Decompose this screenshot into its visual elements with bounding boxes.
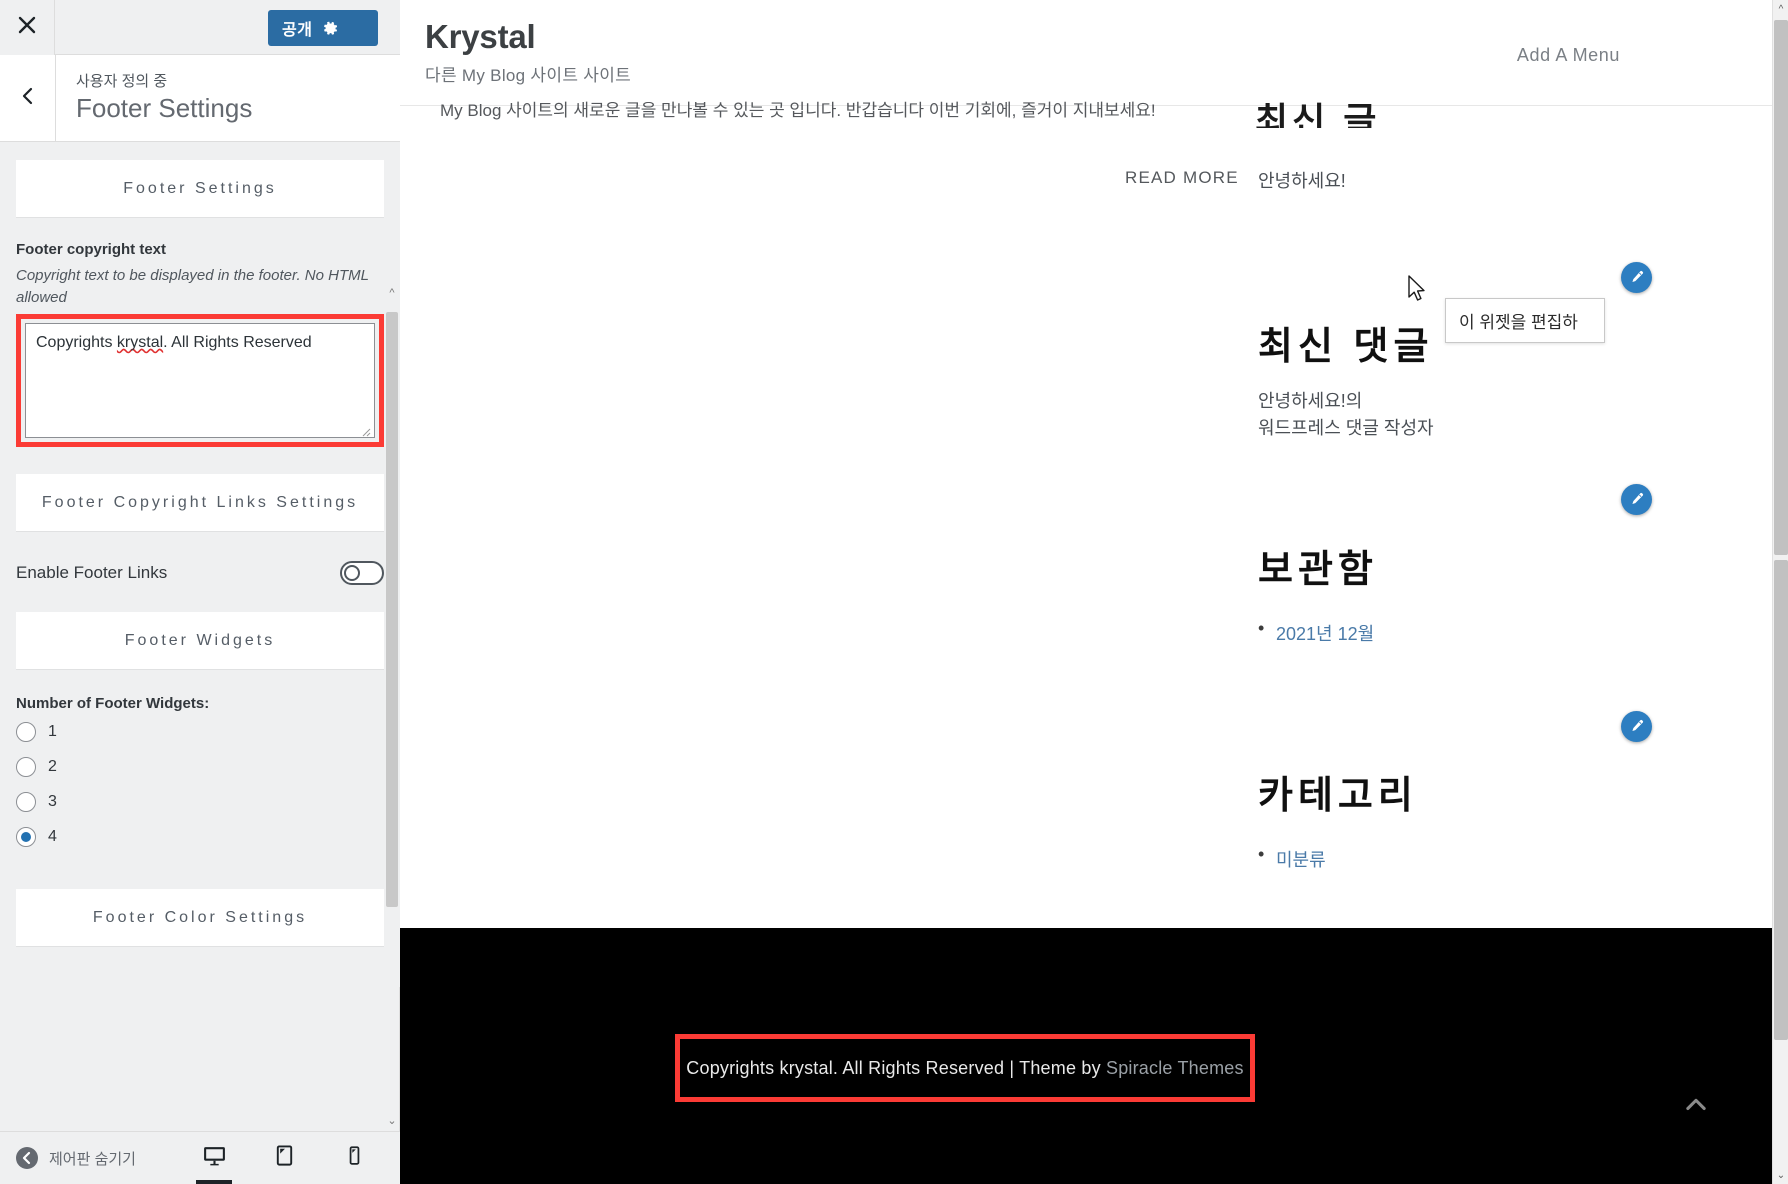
copyright-textarea-highlight: Copyrights krystal. All Rights Reserved	[16, 313, 384, 447]
radio-label: 2	[48, 758, 57, 776]
edit-pencil-icon[interactable]	[1621, 262, 1652, 293]
read-more-link[interactable]: READ MORE	[1125, 168, 1239, 188]
radio-button[interactable]	[16, 722, 36, 743]
radio-button[interactable]	[16, 757, 36, 778]
list-item[interactable]: 2021년 12월	[1258, 618, 1374, 646]
enable-footer-links-label: Enable Footer Links	[16, 562, 168, 582]
copyright-textarea[interactable]: Copyrights krystal. All Rights Reserved	[25, 322, 375, 438]
site-footer: Copyrights krystal. All Rights Reserved …	[400, 928, 1788, 1184]
widget-categories-list: 미분류	[1258, 844, 1326, 872]
customizer-footer-bar: 제어판 숨기기	[0, 1131, 400, 1184]
mouse-pointer	[1407, 275, 1429, 305]
widget-archives-list: 2021년 12월	[1258, 618, 1374, 646]
radio-option-2[interactable]: 2	[16, 757, 384, 778]
back-to-top-button[interactable]	[1676, 1087, 1716, 1127]
radio-button-selected[interactable]	[16, 827, 36, 848]
publish-button-label: 공개	[282, 22, 313, 39]
edit-pencil-icon[interactable]	[1621, 711, 1652, 742]
section-footer-color-settings[interactable]: Footer Color Settings	[16, 889, 384, 947]
collapse-panel-button[interactable]: 제어판 숨기기	[0, 1147, 136, 1169]
panel-title-group: 사용자 정의 중 Footer Settings	[56, 55, 400, 141]
site-title[interactable]: Krystal	[425, 18, 631, 55]
panel-eyebrow: 사용자 정의 중	[76, 73, 168, 91]
comment-source-line: 안녕하세요!의	[1258, 391, 1363, 411]
browser-scrollbar[interactable]: ^ ⌄	[1772, 0, 1788, 1184]
section-footer-copyright-links[interactable]: Footer Copyright Links Settings	[16, 473, 384, 531]
widget-edit-tooltip: 이 위젯을 편집하	[1445, 298, 1605, 343]
copyright-value-post: . All Rights Reserved	[163, 333, 312, 351]
desktop-icon	[202, 1143, 227, 1173]
add-a-menu-link[interactable]: Add A Menu	[1517, 45, 1620, 66]
radio-label: 3	[48, 793, 57, 811]
radio-option-3[interactable]: 3	[16, 792, 384, 813]
customizer-topbar: 공개	[0, 0, 400, 55]
widget-archives-heading: 보관함	[1258, 549, 1378, 591]
edit-pencil-icon[interactable]	[1621, 484, 1652, 515]
device-preview-group	[190, 1131, 378, 1184]
scroll-down-icon[interactable]: ⌄	[1773, 1166, 1788, 1184]
enable-footer-links-toggle[interactable]	[340, 560, 384, 585]
site-tagline: 다른 My Blog 사이트 사이트	[425, 66, 632, 86]
scroll-up-icon[interactable]: ^	[1773, 0, 1788, 18]
scrollbar-thumb-bottom[interactable]	[1774, 560, 1788, 1040]
widgets-count-label: Number of Footer Widgets:	[16, 695, 210, 713]
section-footer-settings[interactable]: Footer Settings	[16, 160, 384, 218]
widget-recent-posts-item[interactable]: 안녕하세요!	[1258, 167, 1346, 193]
customizer-scrollbar[interactable]: ^ ⌄	[385, 142, 399, 1127]
desktop-preview-button[interactable]	[190, 1131, 238, 1184]
tablet-preview-button[interactable]	[260, 1131, 308, 1184]
screen: 공개 사용자 정의 중 Footer Settings Footer Setti…	[0, 0, 1788, 1184]
copyright-field-label: Footer copyright text	[16, 241, 167, 259]
site-branding: Krystal 다른 My Blog 사이트 사이트	[400, 18, 632, 86]
comment-author-line[interactable]: 워드프레스 댓글 작성자	[1258, 415, 1558, 442]
scrollbar-thumb[interactable]	[386, 312, 398, 907]
copyright-value-misspelled: krystal	[116, 333, 164, 351]
chevron-left-circle-icon	[16, 1147, 38, 1169]
gear-icon[interactable]	[322, 20, 339, 37]
chevron-up-icon	[1682, 1091, 1710, 1124]
widget-recent-comments-body: 안녕하세요!의 워드프레스 댓글 작성자	[1258, 388, 1558, 442]
customizer-controls: Footer Settings Footer copyright text Co…	[0, 142, 400, 987]
enable-footer-links-row: Enable Footer Links	[16, 560, 384, 585]
copyright-field-description: Copyright text to be displayed in the fo…	[16, 267, 369, 306]
publish-button[interactable]: 공개	[268, 10, 378, 46]
footer-copyright-main: Copyrights krystal. All Rights Reserved …	[686, 1057, 1106, 1078]
radio-button[interactable]	[16, 792, 36, 813]
mobile-preview-button[interactable]	[330, 1131, 378, 1184]
scroll-up-icon[interactable]: ^	[385, 284, 399, 302]
radio-option-4[interactable]: 4	[16, 827, 384, 848]
radio-label: 1	[48, 723, 57, 741]
section-footer-widgets[interactable]: Footer Widgets	[16, 611, 384, 670]
list-item[interactable]: 미분류	[1258, 844, 1326, 872]
footer-copyright-highlight: Copyrights krystal. All Rights Reserved …	[675, 1034, 1255, 1102]
mobile-icon	[344, 1145, 365, 1171]
textarea-resize-grip[interactable]	[359, 422, 371, 437]
scroll-down-icon[interactable]: ⌄	[385, 1111, 399, 1129]
radio-label: 4	[48, 828, 57, 846]
copyright-value-pre: Copyrights	[36, 333, 117, 351]
collapse-panel-label: 제어판 숨기기	[49, 1150, 136, 1168]
widget-recent-comments-heading: 최신 댓글	[1258, 326, 1434, 368]
widget-categories-heading: 카테고리	[1258, 775, 1418, 817]
back-button[interactable]	[0, 55, 56, 141]
site-header: Krystal 다른 My Blog 사이트 사이트 Add A Menu	[400, 0, 1788, 106]
page-title: Footer Settings	[76, 92, 253, 123]
toggle-knob	[344, 564, 360, 581]
widget-recent-posts-heading: 최신 글	[1255, 100, 1381, 128]
post-excerpt-clipped: My Blog 사이트의 새로운 글을 만나볼 수 있는 곳 입니다. 반갑습니…	[440, 101, 1156, 120]
footer-theme-credit-link[interactable]: Spiracle Themes	[1106, 1058, 1244, 1078]
close-icon	[17, 15, 37, 40]
customizer-panel-header: 사용자 정의 중 Footer Settings	[0, 55, 400, 142]
customizer-sidebar: 공개 사용자 정의 중 Footer Settings Footer Setti…	[0, 0, 400, 1184]
close-customizer-button[interactable]	[0, 0, 55, 55]
footer-copyright-text: Copyrights krystal. All Rights Reserved …	[686, 1058, 1243, 1079]
radio-option-1[interactable]: 1	[16, 722, 384, 743]
site-preview: Krystal 다른 My Blog 사이트 사이트 Add A Menu My…	[400, 0, 1788, 1184]
scrollbar-thumb-top[interactable]	[1774, 20, 1788, 555]
tablet-icon	[273, 1144, 296, 1172]
chevron-left-icon	[19, 87, 37, 110]
